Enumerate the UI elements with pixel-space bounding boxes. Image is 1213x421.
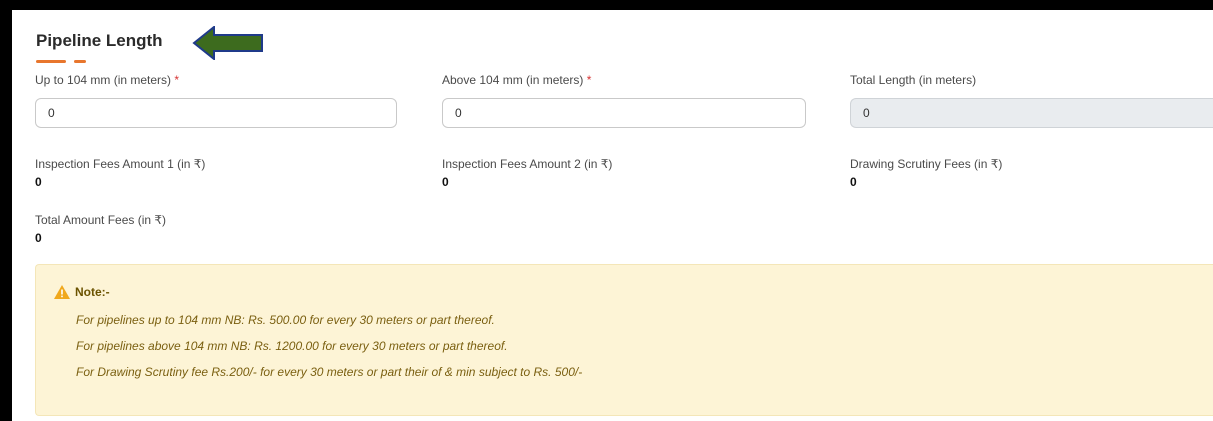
section-title: Pipeline Length xyxy=(36,31,163,50)
total-length-label: Total Length (in meters) xyxy=(850,73,977,87)
title-underline xyxy=(36,60,66,63)
warning-icon xyxy=(54,285,70,299)
inspection-fees-2: Inspection Fees Amount 2 (in ₹) 0 xyxy=(442,156,612,189)
pipeline-length-panel: Pipeline Length Up to 104 mm (in meters)… xyxy=(12,10,1213,421)
note-box: Note:- For pipelines up to 104 mm NB: Rs… xyxy=(35,264,1213,416)
above-104-input[interactable]: 0 xyxy=(442,98,806,128)
title-underline-dot xyxy=(74,60,86,63)
drawing-scrutiny-fees: Drawing Scrutiny Fees (in ₹) 0 xyxy=(850,156,1002,189)
total-amount-fees-label: Total Amount Fees (in ₹) xyxy=(35,213,167,227)
note-line-1: For pipelines up to 104 mm NB: Rs. 500.0… xyxy=(76,313,495,327)
total-amount-fees-value: 0 xyxy=(35,231,42,245)
total-length-input: 0 xyxy=(850,98,1213,128)
required-mark: * xyxy=(174,73,180,87)
arrow-left-icon xyxy=(192,26,263,60)
up-to-104-field: Up to 104 mm (in meters) * 0 xyxy=(35,72,397,128)
above-104-label: Above 104 mm (in meters) xyxy=(442,73,584,87)
note-title: Note:- xyxy=(75,285,110,299)
up-to-104-label: Up to 104 mm (in meters) xyxy=(35,73,172,87)
up-to-104-input[interactable]: 0 xyxy=(35,98,397,128)
inspection-fees-1-value: 0 xyxy=(35,175,42,189)
required-mark: * xyxy=(586,73,592,87)
inspection-fees-2-value: 0 xyxy=(442,175,449,189)
note-line-2: For pipelines above 104 mm NB: Rs. 1200.… xyxy=(76,339,508,353)
total-amount-fees: Total Amount Fees (in ₹) 0 xyxy=(35,212,166,245)
drawing-scrutiny-fees-value: 0 xyxy=(850,175,857,189)
note-header: Note:- xyxy=(54,285,110,299)
total-length-field: Total Length (in meters) 0 xyxy=(850,72,1213,128)
inspection-fees-1-label: Inspection Fees Amount 1 (in ₹) xyxy=(35,157,206,171)
section-header: Pipeline Length xyxy=(36,30,163,63)
inspection-fees-2-label: Inspection Fees Amount 2 (in ₹) xyxy=(442,157,613,171)
drawing-scrutiny-fees-label: Drawing Scrutiny Fees (in ₹) xyxy=(850,157,1003,171)
note-line-3: For Drawing Scrutiny fee Rs.200/- for ev… xyxy=(76,365,583,379)
inspection-fees-1: Inspection Fees Amount 1 (in ₹) 0 xyxy=(35,156,205,189)
above-104-field: Above 104 mm (in meters) * 0 xyxy=(442,72,806,128)
